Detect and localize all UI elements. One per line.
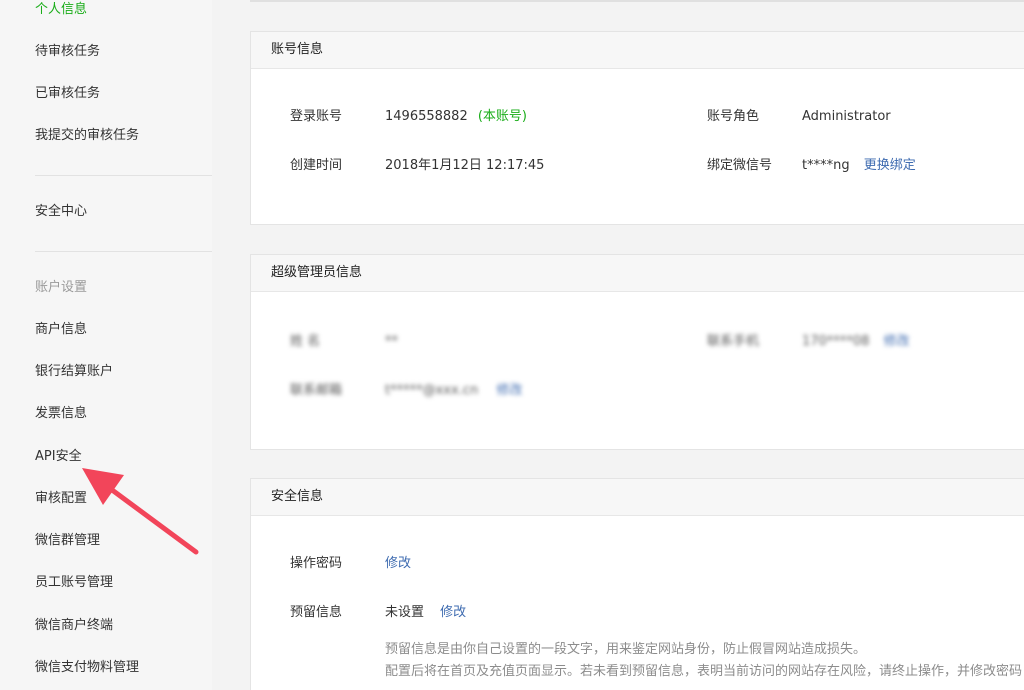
admin-phone-value: 170****08 修改 <box>802 332 910 352</box>
admin-name-label: 姓 名 <box>290 334 321 349</box>
sidebar-item-merchant-terminal[interactable]: 微信商户终端 <box>35 616 113 636</box>
edit-password-link[interactable]: 修改 <box>385 554 411 574</box>
account-role-value: Administrator <box>802 109 891 124</box>
sidebar-item-payment-materials[interactable]: 微信支付物料管理 <box>35 658 139 678</box>
admin-phone-number: 170****08 <box>802 334 870 349</box>
top-divider <box>250 0 1024 2</box>
sidebar-item-invoice[interactable]: 发票信息 <box>35 404 87 424</box>
created-time-value: 2018年1月12日 12:17:45 <box>385 158 545 173</box>
reserved-info-hint-2: 配置后将在首页及充值页面显示。若未看到预留信息，表明当前访问的网站存在风险，请终… <box>385 664 1023 679</box>
this-account-tag: (本账号) <box>477 109 528 124</box>
edit-phone-link[interactable]: 修改 <box>884 334 910 349</box>
reserved-info-label: 预留信息 <box>290 605 343 620</box>
sidebar-item-reviewed[interactable]: 已审核任务 <box>35 84 100 104</box>
sidebar: 个人信息 待审核任务 已审核任务 我提交的审核任务 安全中心 账户设置 商户信息… <box>0 0 212 690</box>
sidebar-item-api-security[interactable]: API安全 <box>35 447 82 467</box>
sidebar-item-bank-account[interactable]: 银行结算账户 <box>35 362 113 382</box>
sidebar-divider <box>35 175 212 176</box>
admin-phone-label: 联系手机 <box>707 334 760 349</box>
main-content: 账号信息 登录账号 1496558882 (本账号) 账号角色 Administ… <box>212 0 1024 690</box>
change-binding-link[interactable]: 更换绑定 <box>864 158 916 173</box>
reserved-info-status: 未设置 <box>385 605 425 620</box>
account-role-label: 账号角色 <box>707 109 760 124</box>
admin-name-value: ** <box>385 334 398 349</box>
security-info-card: 安全信息 操作密码 修改 预留信息 未设置 修改 预留信息是由你自己设置的一段文… <box>250 478 1024 690</box>
edit-email-link[interactable]: 修改 <box>496 383 522 398</box>
security-info-title: 安全信息 <box>251 479 1024 516</box>
sidebar-item-personal-info[interactable]: 个人信息 <box>35 0 87 20</box>
sidebar-item-security-center[interactable]: 安全中心 <box>35 202 87 222</box>
admin-email-value: t*****@xxx.cn 修改 <box>385 381 522 401</box>
account-info-card: 账号信息 登录账号 1496558882 (本账号) 账号角色 Administ… <box>250 31 1024 225</box>
super-admin-title: 超级管理员信息 <box>251 255 1024 292</box>
wechat-id: t****ng <box>802 158 850 173</box>
sidebar-item-merchant-info[interactable]: 商户信息 <box>35 320 87 340</box>
admin-email-address: t*****@xxx.cn <box>385 383 479 398</box>
sidebar-item-wechat-group[interactable]: 微信群管理 <box>35 531 100 551</box>
sidebar-item-pending-review[interactable]: 待审核任务 <box>35 42 100 62</box>
bound-wechat-value: t****ng 更换绑定 <box>802 156 916 176</box>
operation-password-label: 操作密码 <box>290 556 343 571</box>
sidebar-item-staff-accounts[interactable]: 员工账号管理 <box>35 573 113 593</box>
login-account-value: 1496558882 (本账号) <box>385 107 527 127</box>
sidebar-item-review-config[interactable]: 审核配置 <box>35 489 87 509</box>
reserved-info-hint-1: 预留信息是由你自己设置的一段文字，用来鉴定网站身份，防止假冒网站造成损失。 <box>385 642 867 657</box>
reserved-info-value: 未设置 修改 <box>385 603 466 623</box>
login-account-label: 登录账号 <box>290 109 343 124</box>
edit-reserved-info-link[interactable]: 修改 <box>440 605 466 620</box>
bound-wechat-label: 绑定微信号 <box>707 158 773 173</box>
sidebar-group-account-settings: 账户设置 <box>35 280 88 295</box>
login-account-number: 1496558882 <box>385 109 468 124</box>
sidebar-item-my-submitted[interactable]: 我提交的审核任务 <box>35 126 139 146</box>
created-time-label: 创建时间 <box>290 158 343 173</box>
admin-email-label: 联系邮箱 <box>290 383 343 398</box>
sidebar-divider <box>35 251 212 252</box>
account-info-title: 账号信息 <box>251 32 1024 69</box>
super-admin-card: 超级管理员信息 姓 名 ** 联系手机 170****08 修改 联系邮箱 t*… <box>250 254 1024 450</box>
